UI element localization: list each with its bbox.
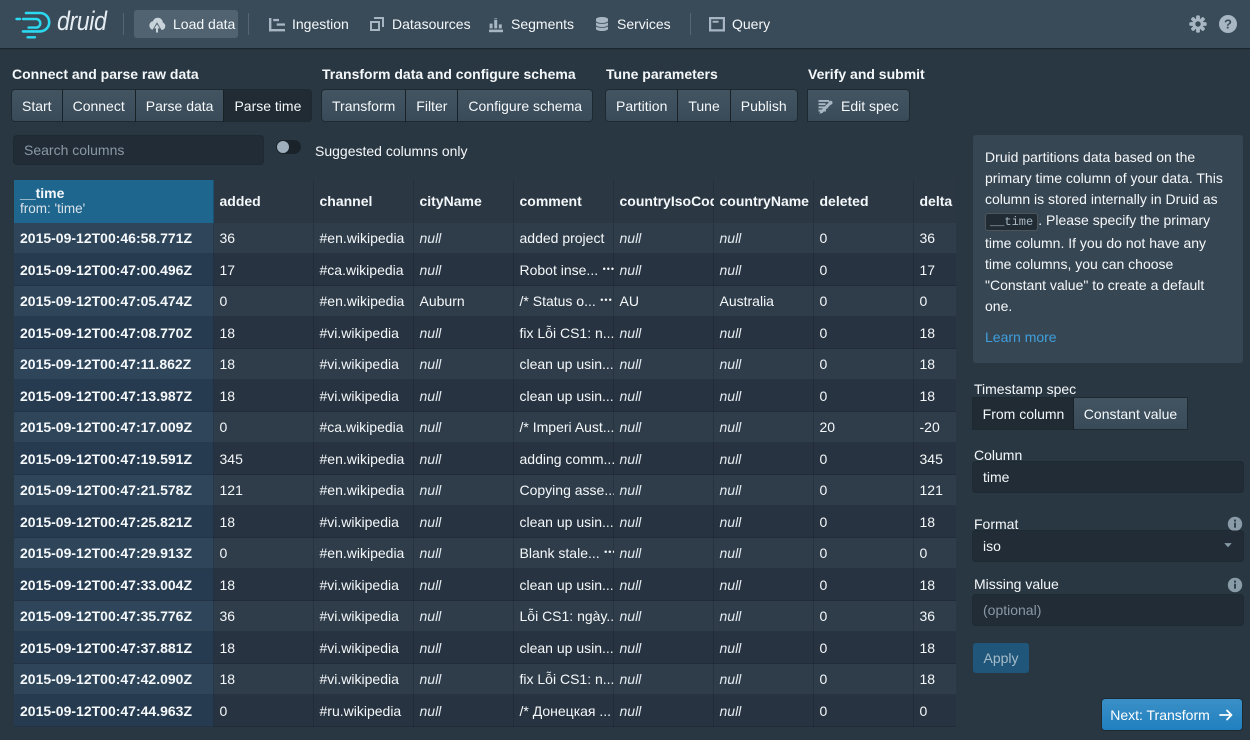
svg-text:?: ?	[1224, 17, 1232, 32]
